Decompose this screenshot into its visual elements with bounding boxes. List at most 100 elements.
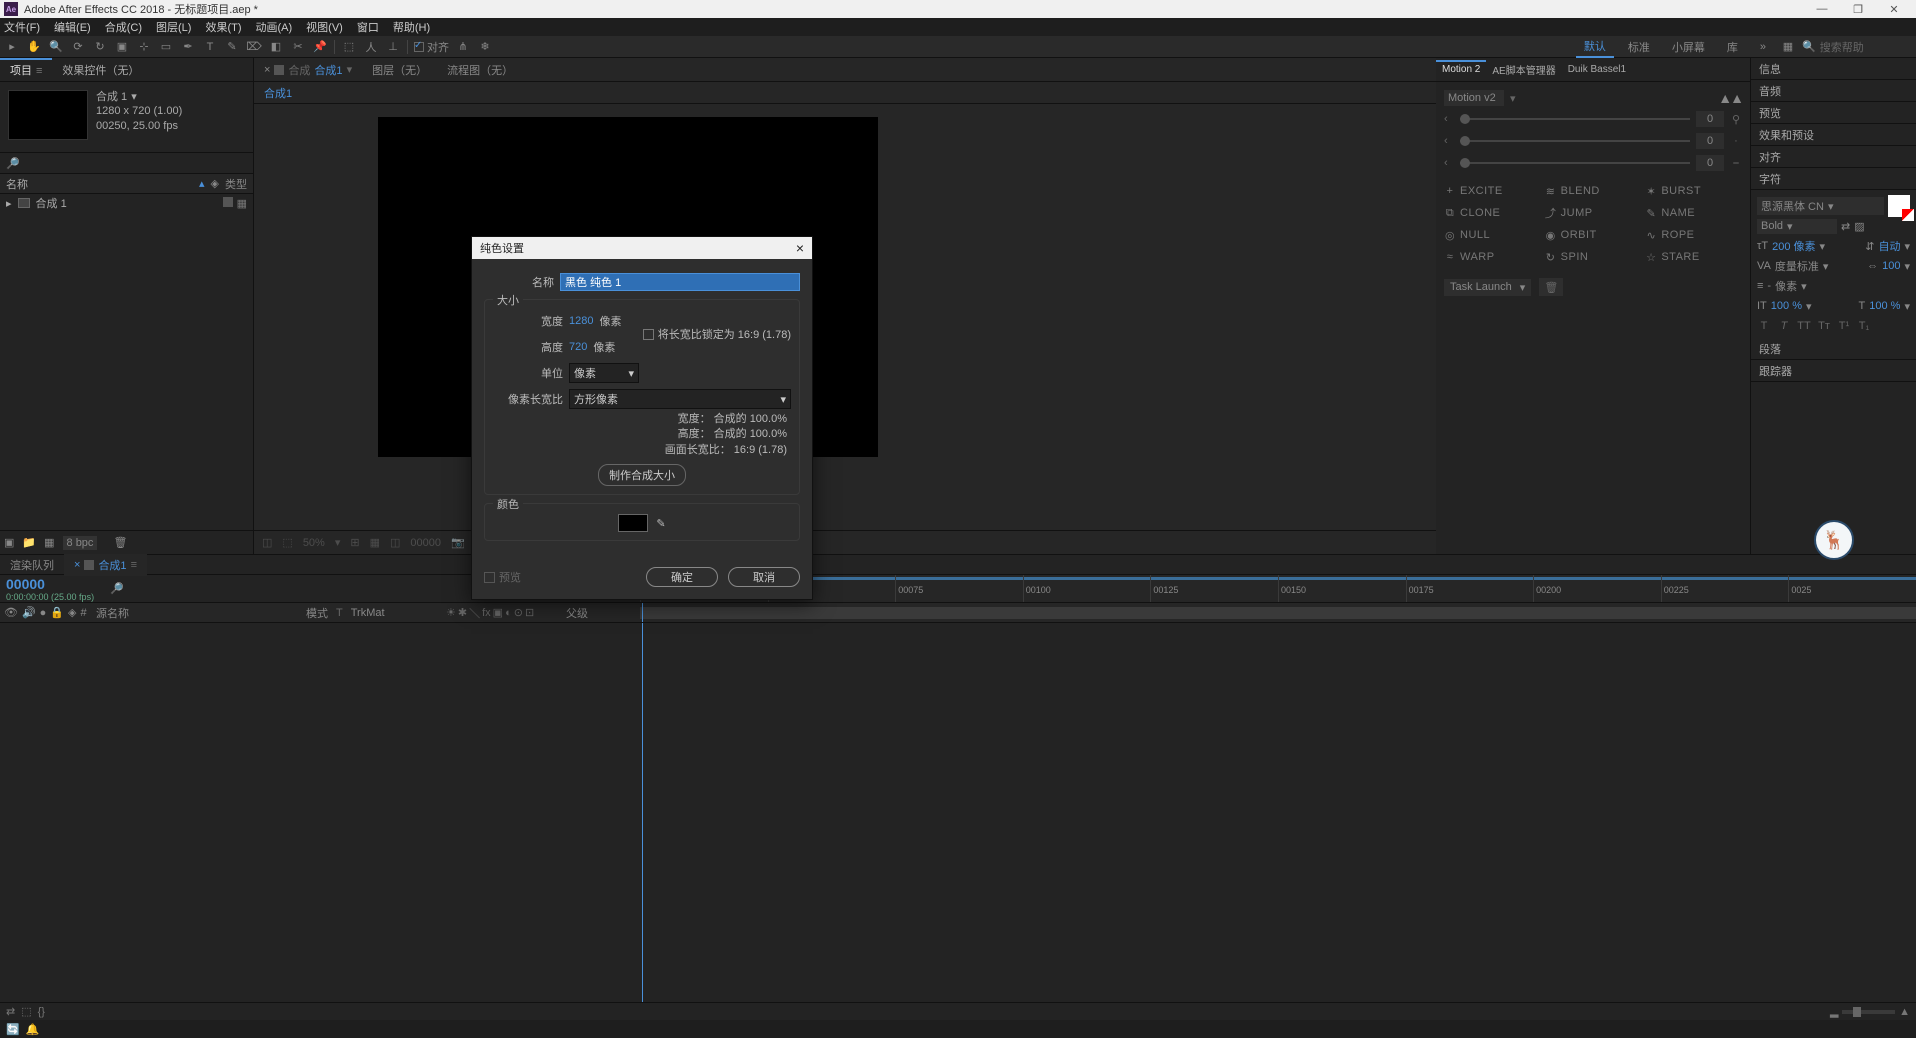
- time-ruler[interactable]: 00025 00050 00075 00100 00125 00150 0017…: [640, 575, 1916, 602]
- view-axis-icon[interactable]: ⊥: [385, 39, 401, 55]
- breadcrumb-comp[interactable]: 合成1: [264, 85, 292, 101]
- trash-icon[interactable]: 🗑: [113, 536, 127, 549]
- interpret-icon[interactable]: ▣: [4, 536, 14, 549]
- faux-bold-icon[interactable]: T: [1757, 320, 1771, 332]
- anchor-icon[interactable]: ⚲: [1730, 113, 1742, 126]
- shape-tool[interactable]: ▭: [158, 39, 174, 55]
- hscale-value[interactable]: 100 %: [1869, 300, 1900, 312]
- motion-burst[interactable]: ✶BURST: [1645, 182, 1742, 200]
- col-parent[interactable]: 父级: [562, 603, 640, 622]
- pen-tool[interactable]: ✒: [180, 39, 196, 55]
- motion-orbit[interactable]: ◉ORBIT: [1545, 226, 1642, 244]
- menu-layer[interactable]: 图层(L): [156, 19, 191, 35]
- lock-aspect-checkbox[interactable]: 将长宽比锁定为 16:9 (1.78): [643, 308, 791, 360]
- hand-tool[interactable]: ✋: [26, 39, 42, 55]
- motion-slider-1[interactable]: [1460, 118, 1690, 120]
- menu-edit[interactable]: 编辑(E): [54, 19, 91, 35]
- rope-icon[interactable]: ⎯: [1730, 157, 1742, 170]
- info-panel-header[interactable]: 信息: [1751, 58, 1916, 80]
- selection-tool[interactable]: ▸: [4, 39, 20, 55]
- motion-slider-2[interactable]: [1460, 140, 1690, 142]
- bpc-toggle[interactable]: 8 bpc: [63, 536, 98, 550]
- toggle-modes-icon[interactable]: ⬚: [21, 1005, 31, 1018]
- workspace-standard[interactable]: 标准: [1620, 37, 1658, 57]
- smallcaps-icon[interactable]: Tᴛ: [1817, 320, 1831, 332]
- motion-blend[interactable]: ≋BLEND: [1545, 182, 1642, 200]
- twirl-icon[interactable]: ▸: [6, 197, 12, 210]
- alpha-icon[interactable]: ◫: [262, 536, 272, 549]
- paragraph-panel-header[interactable]: 段落: [1751, 338, 1916, 360]
- make-comp-size-button[interactable]: 制作合成大小: [598, 464, 686, 486]
- task-launch-dropdown[interactable]: Task Launch▾: [1444, 279, 1531, 296]
- maximize-button[interactable]: ❐: [1840, 3, 1876, 16]
- width-value[interactable]: 1280: [569, 315, 593, 327]
- character-panel-header[interactable]: 字符: [1751, 168, 1916, 190]
- snapshot-icon[interactable]: 📷: [451, 536, 465, 549]
- label-color-icon[interactable]: [223, 197, 233, 207]
- audio-panel-header[interactable]: 音频: [1751, 80, 1916, 102]
- motion-preset-dropdown[interactable]: Motion v2: [1444, 90, 1504, 106]
- menu-window[interactable]: 窗口: [357, 19, 379, 35]
- solo-col-icon[interactable]: ●: [40, 607, 47, 619]
- comp-thumbnail[interactable]: [8, 90, 88, 140]
- zoom-value[interactable]: 50%: [303, 537, 325, 549]
- snap-opt1-icon[interactable]: ⋔: [455, 39, 471, 55]
- motion-name[interactable]: ✎NAME: [1645, 204, 1742, 222]
- help-search[interactable]: 🔍 搜索帮助: [1802, 39, 1912, 55]
- sort-caret-icon[interactable]: ▴: [199, 177, 205, 190]
- unit-dropdown[interactable]: 像素▾: [569, 363, 639, 383]
- cancel-button[interactable]: 取消: [728, 567, 800, 587]
- timecode-display[interactable]: 00000: [410, 537, 441, 549]
- motion-spin[interactable]: ↻SPIN: [1545, 248, 1642, 266]
- timeline-zoom[interactable]: ▂▲: [1830, 1005, 1910, 1018]
- motion-warp[interactable]: ≈WARP: [1444, 248, 1541, 266]
- text-tool[interactable]: T: [202, 39, 218, 55]
- faux-italic-icon[interactable]: T: [1777, 320, 1791, 332]
- label-col-icon[interactable]: ◈: [68, 606, 76, 619]
- timeline-search[interactable]: 🔎: [110, 582, 124, 595]
- menu-effect[interactable]: 效果(T): [205, 19, 241, 35]
- workspace-default[interactable]: 默认: [1576, 36, 1614, 58]
- vscale-value[interactable]: 100 %: [1771, 300, 1802, 312]
- camera-tool[interactable]: ▣: [114, 39, 130, 55]
- tracker-panel-header[interactable]: 跟踪器: [1751, 360, 1916, 382]
- toggle-switches-icon[interactable]: ⇄: [6, 1005, 15, 1018]
- rotate-tool[interactable]: ↻: [92, 39, 108, 55]
- channel-icon[interactable]: ⬚: [282, 536, 292, 549]
- brush-tool[interactable]: ✎: [224, 39, 240, 55]
- tab-close-icon[interactable]: ×: [264, 64, 270, 76]
- workspace-more[interactable]: »: [1752, 39, 1774, 55]
- dropdown-caret-icon[interactable]: ▾: [131, 90, 137, 104]
- tab-close-icon[interactable]: ×: [74, 559, 80, 571]
- viewer-tab-flowchart[interactable]: 流程图（无）: [437, 58, 523, 82]
- task-delete-icon[interactable]: 🗑: [1539, 278, 1563, 296]
- motion-stare[interactable]: ☆STARE: [1645, 248, 1742, 266]
- motion-excite[interactable]: +EXCITE: [1444, 182, 1541, 200]
- fill-color-swatch[interactable]: [1888, 195, 1910, 217]
- eyedropper-icon[interactable]: ✎: [656, 517, 665, 530]
- kerning-dropdown[interactable]: 度量标准: [1775, 258, 1819, 274]
- solid-name-input[interactable]: [560, 273, 800, 291]
- world-axis-icon[interactable]: 人: [363, 39, 379, 55]
- duik-tab[interactable]: Duik Bassel1: [1562, 60, 1632, 79]
- audio-col-icon[interactable]: 🔊: [22, 606, 36, 619]
- motion-null[interactable]: ◎NULL: [1444, 226, 1541, 244]
- align-panel-header[interactable]: 对齐: [1751, 146, 1916, 168]
- col-trkmat[interactable]: TrkMat: [351, 607, 385, 619]
- motion-rope[interactable]: ∿ROPE: [1645, 226, 1742, 244]
- font-weight-dropdown[interactable]: Bold▾: [1757, 219, 1837, 234]
- tracking-value[interactable]: 100: [1882, 260, 1900, 272]
- sync-icon[interactable]: 🔄: [6, 1023, 20, 1036]
- col-type[interactable]: 类型: [225, 176, 247, 192]
- menu-view[interactable]: 视图(V): [306, 19, 343, 35]
- motion-clone[interactable]: ⧉CLONE: [1444, 204, 1541, 222]
- height-value[interactable]: 720: [569, 341, 587, 353]
- stamp-tool[interactable]: ⌦: [246, 39, 262, 55]
- menu-composition[interactable]: 合成(C): [105, 19, 142, 35]
- toggle-brackets-icon[interactable]: {}: [38, 1006, 45, 1018]
- res-icon[interactable]: ⊞: [350, 536, 359, 549]
- superscript-icon[interactable]: T¹: [1837, 320, 1851, 332]
- workspace-library[interactable]: 库: [1719, 37, 1746, 57]
- allcaps-icon[interactable]: TT: [1797, 320, 1811, 332]
- new-folder-icon[interactable]: 📁: [22, 536, 36, 549]
